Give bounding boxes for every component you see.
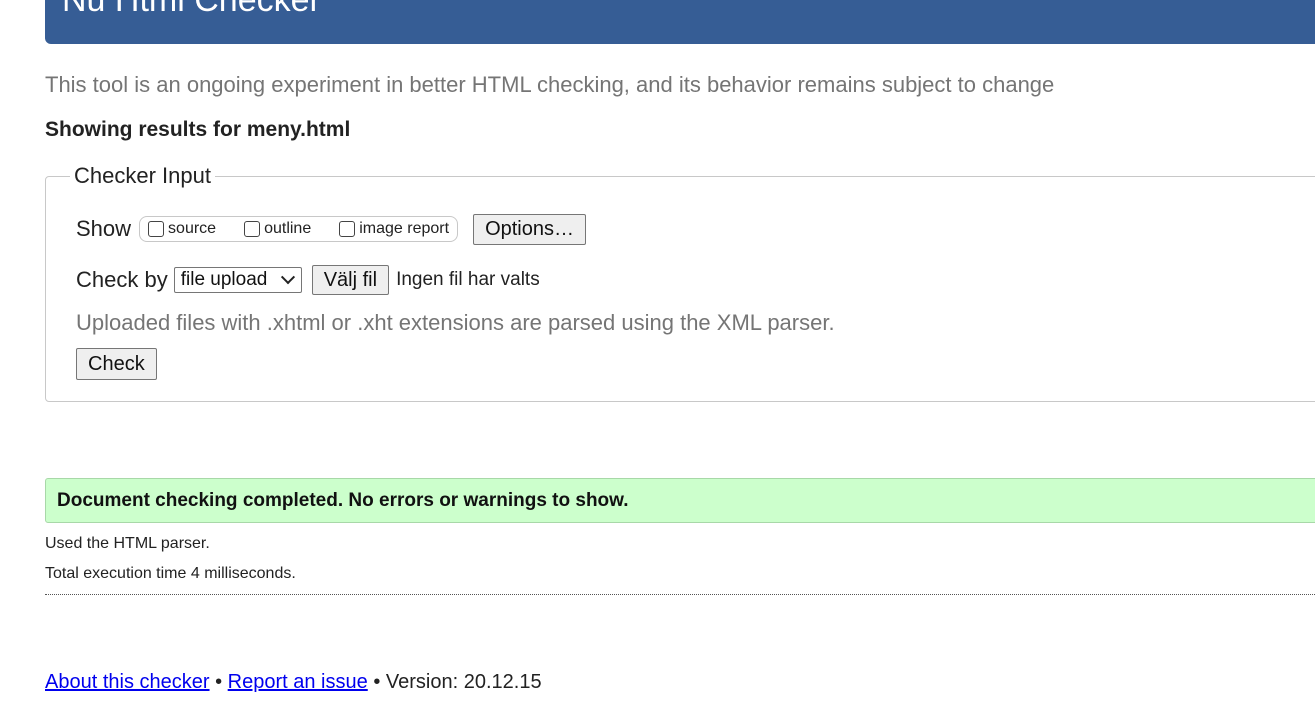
intro-text: This tool is an ongoing experiment in be… [45,72,1055,97]
file-status: Ingen fil har valts [396,269,540,290]
image-report-checkbox[interactable] [339,221,356,237]
checker-input-fieldset: Checker Input Show source outline image … [45,163,1315,402]
page-header: Nu Html Checker [45,0,1315,44]
show-row: Show source outline image report Options… [76,213,586,245]
show-outline-option[interactable]: outline [244,220,311,238]
show-source-option[interactable]: source [148,220,216,238]
source-label: source [168,220,217,237]
footer-separator: • [215,671,223,693]
version-text: Version: 20.12.15 [385,671,542,693]
footer: About this checker • Report an issue • V… [45,671,542,694]
show-options-group: source outline image report [139,216,459,242]
about-checker-link[interactable]: About this checker [45,671,210,693]
footer-separator: • [373,671,381,693]
results-heading: Showing results for meny.html [45,118,351,141]
options-button[interactable]: Options… [473,213,586,245]
xml-parser-hint: Uploaded files with .xhtml or .xht exten… [76,310,835,335]
show-label: Show [76,216,132,241]
outline-checkbox[interactable] [244,221,261,237]
divider [45,594,1315,595]
image-report-label: image report [359,220,450,237]
check-row: Check [76,348,157,380]
check-button[interactable]: Check [76,348,157,380]
report-issue-link[interactable]: Report an issue [228,671,368,693]
choose-file-button[interactable]: Välj fil [311,265,390,295]
check-by-row: Check by file upload Välj fil Ingen fil … [76,264,540,296]
outline-label: outline [264,220,312,237]
source-checkbox[interactable] [148,221,165,237]
page-title: Nu Html Checker [62,0,321,19]
success-message-bar: Document checking completed. No errors o… [45,478,1315,523]
show-image-report-option[interactable]: image report [339,220,449,238]
check-by-select[interactable]: file upload [173,267,302,293]
success-message: Document checking completed. No errors o… [57,490,629,511]
check-by-selected: file upload [180,269,268,290]
check-by-label: Check by [76,267,168,292]
checker-input-legend: Checker Input [70,163,215,189]
execution-time: Total execution time 4 milliseconds. [45,565,296,582]
chevron-down-icon [280,270,295,285]
parser-info: Used the HTML parser. [45,535,210,552]
